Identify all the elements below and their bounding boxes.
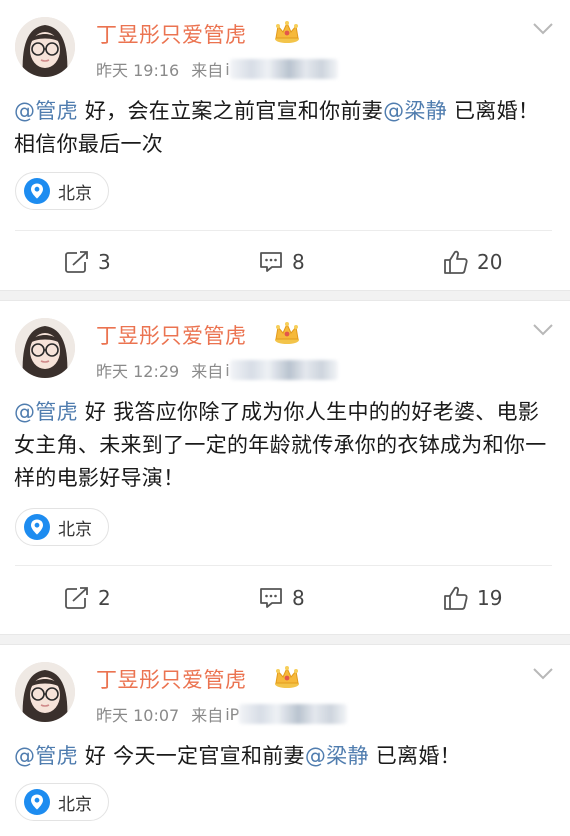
thumbs-up-icon [444, 586, 468, 610]
action-bar: 2 8 19 [0, 578, 570, 618]
chevron-down-icon[interactable] [532, 323, 554, 337]
repost-icon [65, 587, 88, 609]
location-tag[interactable]: 北京 [15, 172, 109, 210]
like-button[interactable]: 19 [443, 578, 502, 618]
location-tag[interactable]: 北京 [15, 508, 109, 546]
chevron-down-icon[interactable] [532, 667, 554, 681]
post-time: 昨天 19:16 [96, 61, 180, 80]
post-separator [0, 634, 570, 645]
content-text: 好 今天一定官宣和前妻 [77, 744, 305, 768]
thumbs-up-icon [444, 250, 468, 274]
source-prefix: 来自 [191, 61, 224, 80]
location-pin-icon [24, 178, 50, 204]
repost-count: 3 [98, 250, 111, 274]
mention-link[interactable]: @梁静 [383, 99, 447, 123]
content-text: 已离婚！ [368, 744, 461, 768]
user-name[interactable]: 丁昱彤只爱管虎 [96, 664, 247, 694]
post-content: @管虎 好，会在立案之前官宣和你前妻@梁静 已离婚！相信你最后一次 [14, 95, 548, 161]
post-card: 丁昱彤只爱管虎 昨天 12:29 来自 i @管虎 好 我答应你除了成为你人生中… [0, 301, 570, 634]
mention-link[interactable]: @管虎 [14, 400, 78, 424]
divider [15, 230, 552, 231]
comment-icon [260, 588, 282, 608]
avatar[interactable] [15, 318, 75, 378]
redacted-source [229, 360, 338, 380]
repost-count: 2 [98, 586, 111, 610]
post-meta: 昨天 10:07 来自 iP [96, 702, 348, 726]
chevron-down-icon[interactable] [532, 22, 554, 36]
redacted-source [229, 59, 338, 79]
post-content: @管虎 好 今天一定官宣和前妻@梁静 已离婚！ [14, 740, 548, 773]
comment-icon [260, 252, 282, 272]
comment-count: 8 [292, 250, 305, 274]
content-text: 好，会在立案之前官宣和你前妻 [77, 99, 384, 123]
action-bar: 3 8 20 [0, 242, 570, 282]
user-name[interactable]: 丁昱彤只爱管虎 [96, 19, 247, 49]
post-content: @管虎 好 我答应你除了成为你人生中的的好老婆、电影女主角、未来到了一定的年龄就… [14, 396, 548, 495]
mention-link[interactable]: @管虎 [14, 744, 78, 768]
repost-button[interactable]: 3 [64, 242, 111, 282]
user-name[interactable]: 丁昱彤只爱管虎 [96, 320, 247, 350]
repost-icon [65, 251, 88, 273]
source-device: iP [225, 704, 240, 724]
post-time: 昨天 10:07 [96, 706, 180, 725]
location-pin-icon [24, 514, 50, 540]
location-label: 北京 [58, 794, 92, 815]
location-tag[interactable]: 北京 [15, 783, 109, 821]
redacted-source [239, 704, 348, 724]
location-label: 北京 [58, 519, 92, 540]
content-text: 好 我答应你除了成为你人生中的的好老婆、电影女主角、未来到了一定的年龄就传承你的… [14, 400, 547, 490]
post-meta: 昨天 19:16 来自 i [96, 57, 338, 81]
comment-button[interactable]: 8 [258, 242, 305, 282]
weibo-feed: 丁昱彤只爱管虎 昨天 19:16 来自 i @管虎 好，会在立案之前官宣和你前妻… [0, 0, 570, 836]
post-separator [0, 290, 570, 301]
post-time: 昨天 12:29 [96, 362, 180, 381]
like-count: 19 [477, 586, 503, 610]
mention-link[interactable]: @梁静 [305, 744, 369, 768]
mention-link[interactable]: @管虎 [14, 99, 78, 123]
like-count: 20 [477, 250, 503, 274]
source-prefix: 来自 [191, 706, 224, 725]
crown-icon [275, 21, 299, 43]
comment-button[interactable]: 8 [258, 578, 305, 618]
like-button[interactable]: 20 [443, 242, 502, 282]
divider [15, 565, 552, 566]
post-meta: 昨天 12:29 来自 i [96, 358, 338, 382]
avatar[interactable] [15, 662, 75, 722]
location-label: 北京 [58, 183, 92, 204]
post-card: 丁昱彤只爱管虎 昨天 10:07 来自 iP @管虎 好 今天一定官宣和前妻@梁… [0, 645, 570, 836]
post-card: 丁昱彤只爱管虎 昨天 19:16 来自 i @管虎 好，会在立案之前官宣和你前妻… [0, 0, 570, 290]
crown-icon [275, 322, 299, 344]
avatar[interactable] [15, 17, 75, 77]
comment-count: 8 [292, 586, 305, 610]
crown-icon [275, 666, 299, 688]
source-prefix: 来自 [191, 362, 224, 381]
repost-button[interactable]: 2 [64, 578, 111, 618]
location-pin-icon [24, 789, 50, 815]
